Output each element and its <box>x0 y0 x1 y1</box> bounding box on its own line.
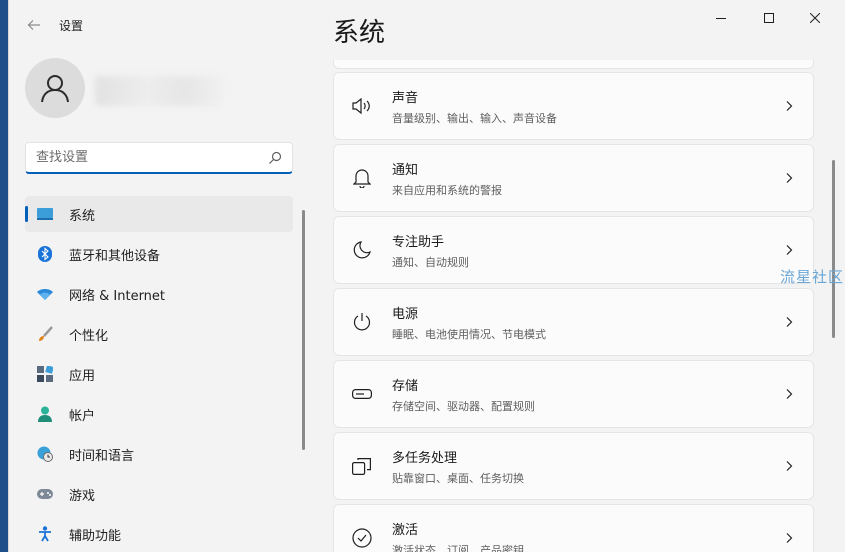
gamepad-icon <box>37 486 53 502</box>
sidebar-item-label: 帐户 <box>69 408 96 424</box>
accessibility-icon <box>37 526 53 542</box>
card-title: 专注助手 <box>392 234 445 250</box>
card-activation[interactable]: 激活 激活状态、订阅、产品密钥 <box>333 504 814 552</box>
chevron-right-icon <box>786 461 793 471</box>
sidebar-nav: 系统 蓝牙和其他设备 网络 & Internet 个性化 应用 帐户 时间和语言 <box>25 196 293 552</box>
wifi-icon <box>37 286 53 302</box>
card-sound[interactable]: 声音 音量级别、输出、输入、声音设备 <box>333 72 814 140</box>
card-title: 通知 <box>392 162 419 178</box>
app-title: 设置 <box>59 19 84 33</box>
card-subtitle: 睡眠、电池使用情况、节电模式 <box>392 327 546 341</box>
sidebar-item-label: 游戏 <box>69 488 96 504</box>
sidebar-item-label: 个性化 <box>69 328 109 344</box>
watermark: 流星社区 <box>780 268 845 286</box>
storage-icon <box>350 382 374 406</box>
back-button[interactable] <box>23 14 45 36</box>
search-input[interactable] <box>36 150 268 165</box>
search-box[interactable] <box>25 142 293 174</box>
sidebar-item-label: 蓝牙和其他设备 <box>69 248 161 264</box>
card-subtitle: 通知、自动规则 <box>392 255 469 269</box>
power-icon <box>350 310 374 334</box>
card-subtitle: 激活状态、订阅、产品密钥 <box>392 543 524 552</box>
minimize-icon <box>716 18 726 19</box>
apps-icon <box>37 366 53 382</box>
card-subtitle: 贴靠窗口、桌面、任务切换 <box>392 471 524 485</box>
card-title: 激活 <box>392 522 419 538</box>
sidebar-item-accounts[interactable]: 帐户 <box>25 396 293 432</box>
sidebar-scrollbar[interactable] <box>302 210 305 450</box>
sidebar-item-time-language[interactable]: 时间和语言 <box>25 436 293 472</box>
chevron-right-icon <box>786 389 793 399</box>
card-focus-assist[interactable]: 专注助手 通知、自动规则 <box>333 216 814 284</box>
sidebar-item-apps[interactable]: 应用 <box>25 356 293 392</box>
chevron-right-icon <box>786 317 793 327</box>
close-icon <box>810 13 820 23</box>
card-notifications[interactable]: 通知 来自应用和系统的警报 <box>333 144 814 212</box>
chevron-right-icon <box>786 101 793 111</box>
chevron-right-icon <box>786 245 793 255</box>
settings-window: 设置 系统 蓝牙和其他设备 网络 & Internet 个性化 <box>8 0 845 552</box>
sidebar-item-label: 系统 <box>69 208 96 224</box>
sidebar-item-label: 辅助功能 <box>69 528 122 544</box>
speaker-icon <box>350 94 374 118</box>
close-button[interactable] <box>793 6 837 30</box>
settings-list: 声音 音量级别、输出、输入、声音设备 通知 来自应用和系统的警报 专注助手 通知… <box>333 60 814 552</box>
check-circle-icon <box>350 526 374 550</box>
card-title: 电源 <box>392 306 419 322</box>
sidebar-item-bluetooth[interactable]: 蓝牙和其他设备 <box>25 236 293 272</box>
sidebar-item-gaming[interactable]: 游戏 <box>25 476 293 512</box>
card-subtitle: 来自应用和系统的警报 <box>392 183 502 197</box>
user-icon <box>41 75 69 103</box>
bluetooth-icon <box>37 246 53 262</box>
maximize-icon <box>764 13 774 23</box>
card-title: 多任务处理 <box>392 450 458 466</box>
card-title: 存储 <box>392 378 419 394</box>
card-storage[interactable]: 存储 存储空间、驱动器、配置规则 <box>333 360 814 428</box>
chevron-right-icon <box>786 533 793 543</box>
sidebar-item-accessibility[interactable]: 辅助功能 <box>25 516 293 552</box>
avatar[interactable] <box>25 58 85 118</box>
brush-icon <box>37 326 53 342</box>
sidebar-item-network[interactable]: 网络 & Internet <box>25 276 293 312</box>
page-title: 系统 <box>333 18 386 48</box>
sidebar-item-personalization[interactable]: 个性化 <box>25 316 293 352</box>
maximize-button[interactable] <box>747 6 791 30</box>
card-partial[interactable] <box>333 60 814 69</box>
card-subtitle: 音量级别、输出、输入、声音设备 <box>392 111 557 125</box>
back-arrow-icon <box>27 20 40 30</box>
card-multitasking[interactable]: 多任务处理 贴靠窗口、桌面、任务切换 <box>333 432 814 500</box>
monitor-icon <box>37 206 53 222</box>
card-power[interactable]: 电源 睡眠、电池使用情况、节电模式 <box>333 288 814 356</box>
search-icon[interactable] <box>268 151 282 165</box>
chevron-right-icon <box>786 173 793 183</box>
multitask-icon <box>350 454 374 478</box>
account-icon <box>37 406 53 422</box>
sidebar-item-label: 时间和语言 <box>69 448 135 464</box>
minimize-button[interactable] <box>699 6 743 30</box>
sidebar-item-label: 网络 & Internet <box>69 288 166 304</box>
sidebar-item-label: 应用 <box>69 368 96 384</box>
card-subtitle: 存储空间、驱动器、配置规则 <box>392 399 535 413</box>
account-name-redacted <box>95 76 225 106</box>
main-scrollbar[interactable] <box>832 160 835 338</box>
bell-icon <box>350 166 374 190</box>
sidebar-item-system[interactable]: 系统 <box>25 196 293 232</box>
globe-clock-icon <box>37 446 53 462</box>
moon-icon <box>350 238 374 262</box>
card-title: 声音 <box>392 90 419 106</box>
